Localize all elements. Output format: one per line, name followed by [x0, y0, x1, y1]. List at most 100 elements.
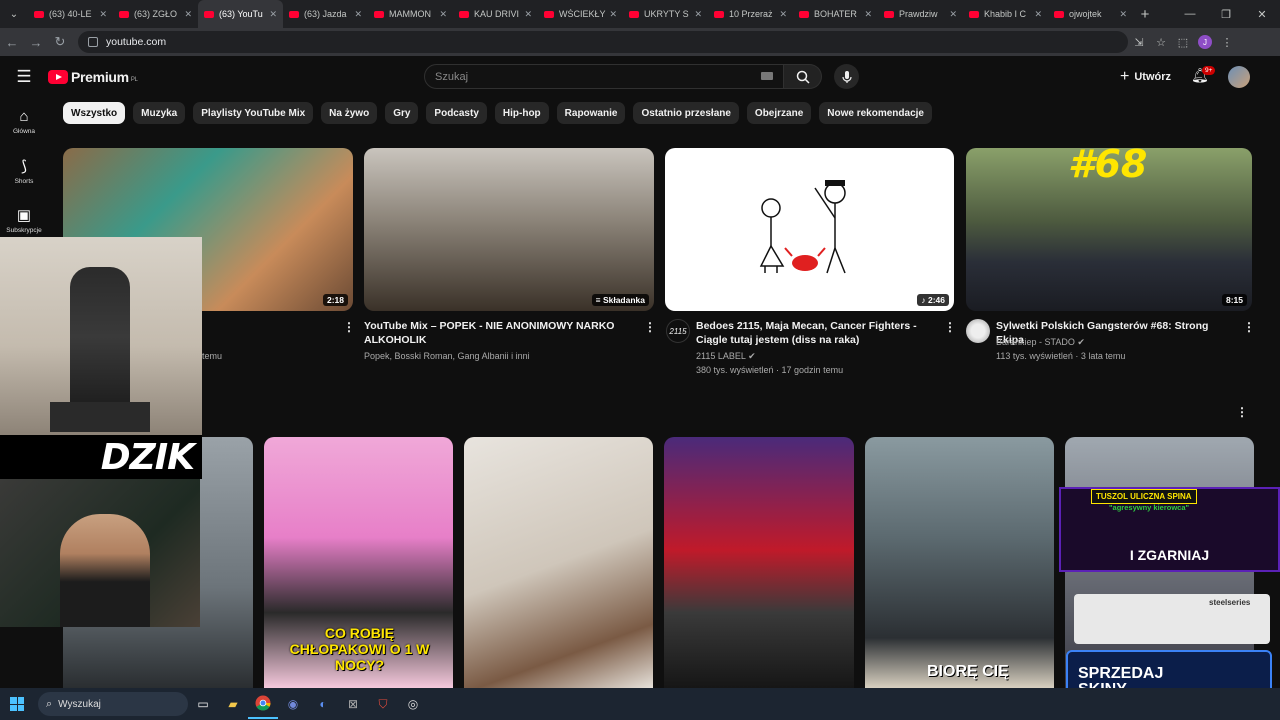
extensions-icon[interactable]: ⬚	[1172, 36, 1194, 49]
tab-close-icon[interactable]: ✕	[864, 9, 872, 20]
channel-avatar[interactable]	[966, 319, 990, 343]
chrome-icon[interactable]	[248, 689, 278, 719]
short-thumbnail[interactable]: BIORĘ CIĘ	[865, 437, 1054, 688]
channel-avatar[interactable]: 2115	[666, 319, 690, 343]
tab-close-icon[interactable]: ✕	[354, 9, 362, 20]
browser-tab[interactable]: (63) YouTu ✕	[198, 0, 283, 28]
short-thumbnail[interactable]: CO ROBIĘ CHŁOPAKOWI O 1 W NOCY?	[264, 437, 453, 688]
tab-close-icon[interactable]: ✕	[609, 9, 617, 20]
filter-chip[interactable]: Playlisty YouTube Mix	[193, 102, 314, 124]
task-view-icon[interactable]: ▭	[188, 689, 218, 719]
keyboard-icon[interactable]	[761, 72, 773, 80]
filter-chip[interactable]: Obejrzane	[746, 102, 812, 124]
obs-icon[interactable]: ◎	[398, 689, 428, 719]
filter-chip[interactable]: Podcasty	[426, 102, 487, 124]
more-options-icon[interactable]: ⋮	[1243, 320, 1255, 334]
file-explorer-icon[interactable]: ▰	[218, 689, 248, 719]
filter-chip[interactable]: Nowe rekomendacje	[819, 102, 932, 124]
close-window-button[interactable]: ✕	[1244, 8, 1280, 21]
address-bar[interactable]: youtube.com	[78, 31, 1128, 53]
create-label: Utwórz	[1134, 71, 1172, 83]
voice-search-button[interactable]	[834, 64, 859, 89]
video-thumbnail[interactable]: ≡ Składanka	[364, 148, 654, 311]
short-thumbnail[interactable]	[664, 437, 854, 688]
app-icon[interactable]: ◐	[308, 689, 338, 719]
shield-icon[interactable]: ⛉	[368, 689, 398, 719]
minimize-button[interactable]: —	[1172, 8, 1208, 20]
more-options-icon[interactable]: ⋮	[644, 320, 656, 334]
mix-badge: ≡ Składanka	[591, 294, 649, 306]
tab-close-icon[interactable]: ✕	[1119, 9, 1127, 20]
rail-item-home[interactable]: ⌂ Główna	[0, 108, 48, 135]
youtube-favicon-icon	[289, 10, 299, 18]
video-channel[interactable]: Barankiep - STADO ✔︎	[996, 335, 1085, 349]
browser-tab[interactable]: BOHATER ✕	[793, 0, 878, 28]
browser-tab[interactable]: (63) ZGŁO ✕	[113, 0, 198, 28]
short-thumbnail[interactable]	[464, 437, 653, 688]
shorts-shelf-options-icon[interactable]: ⋮	[1236, 405, 1248, 419]
filter-chip[interactable]: Rapowanie	[556, 102, 626, 124]
mix-badge-label: Składanka	[602, 295, 645, 305]
search-input[interactable]: Szukaj	[424, 64, 784, 89]
more-options-icon[interactable]: ⋮	[944, 320, 956, 334]
tab-close-icon[interactable]: ✕	[269, 9, 277, 20]
filter-chip[interactable]: Hip-hop	[494, 102, 549, 124]
rail-item-subscriptions[interactable]: ▣ Subskrypcje	[0, 206, 48, 234]
reload-button[interactable]: ↻	[48, 34, 72, 50]
browser-tab[interactable]: (63) 40-LE ✕	[28, 0, 113, 28]
tab-close-icon[interactable]: ✕	[949, 9, 957, 20]
back-button[interactable]: ←	[0, 35, 24, 50]
rail-label-subscriptions: Subskrypcje	[6, 227, 42, 234]
browser-tab[interactable]: WŚCIEKŁY ✕	[538, 0, 623, 28]
video-thumbnail[interactable]: #68 8:15	[966, 148, 1252, 311]
start-button[interactable]	[0, 697, 34, 711]
filter-chip[interactable]: Ostatnio przesłane	[633, 102, 739, 124]
taskbar-search[interactable]: ⌕ Wyszukaj	[38, 692, 188, 716]
browser-menu-icon[interactable]: ⋮	[1216, 36, 1238, 49]
tab-search-dropdown-icon[interactable]: ⌄	[0, 0, 28, 28]
video-channel[interactable]: Popek, Bosski Roman, Gang Albanii i inni	[364, 349, 634, 363]
browser-tab[interactable]: MAMMON ✕	[368, 0, 453, 28]
video-title[interactable]: Bedoes 2115, Maja Mecan, Cancer Fighters…	[696, 319, 936, 347]
maximize-button[interactable]: ❐	[1208, 8, 1244, 21]
video-meta-partial: temu	[202, 351, 223, 361]
rail-item-shorts[interactable]: ⟆ Shorts	[0, 157, 48, 185]
browser-tab[interactable]: 10 Przeraż ✕	[708, 0, 793, 28]
create-button[interactable]: + Utwórz	[1120, 66, 1171, 88]
browser-tab[interactable]: Khabib I C ✕	[963, 0, 1048, 28]
browser-tab[interactable]: (63) Jazda ✕	[283, 0, 368, 28]
site-info-icon[interactable]	[88, 37, 98, 47]
browser-tab[interactable]: ojwojtek ✕	[1048, 0, 1133, 28]
tab-close-icon[interactable]: ✕	[779, 9, 787, 20]
browser-tab[interactable]: KAU DRIVI ✕	[453, 0, 538, 28]
more-options-icon[interactable]: ⋮	[343, 320, 355, 334]
browser-profile-avatar[interactable]: J	[1198, 35, 1212, 49]
filter-chip[interactable]: Muzyka	[133, 102, 186, 124]
discord-icon[interactable]: ◉	[278, 689, 308, 719]
treadmill-shape	[50, 402, 150, 432]
filter-chip[interactable]: Na żywo	[321, 102, 378, 124]
menu-hamburger-icon[interactable]: ☰	[0, 67, 48, 87]
account-avatar[interactable]	[1228, 66, 1250, 88]
tab-close-icon[interactable]: ✕	[439, 9, 447, 20]
youtube-favicon-icon	[884, 10, 894, 18]
bookmark-star-icon[interactable]: ☆	[1150, 36, 1172, 49]
video-channel[interactable]: 2115 LABEL ✔︎	[696, 349, 756, 363]
filter-chip[interactable]: Wszystko	[63, 102, 126, 124]
tab-close-icon[interactable]: ✕	[694, 9, 702, 20]
tab-close-icon[interactable]: ✕	[1034, 9, 1042, 20]
browser-tab[interactable]: Prawdziw ✕	[878, 0, 963, 28]
install-app-icon[interactable]: ⇲	[1128, 36, 1150, 49]
video-title[interactable]: YouTube Mix – POPEK - NIE ANONIMOWY NARK…	[364, 319, 634, 347]
search-button[interactable]	[784, 64, 822, 89]
tab-close-icon[interactable]: ✕	[184, 9, 192, 20]
new-tab-button[interactable]: +	[1133, 6, 1157, 23]
xbox-icon[interactable]: ⊠	[338, 689, 368, 719]
tab-close-icon[interactable]: ✕	[99, 9, 107, 20]
youtube-premium-logo[interactable]: Premium PL	[48, 69, 138, 85]
video-thumbnail[interactable]: ♪ 2:46	[665, 148, 954, 311]
forward-button[interactable]: →	[24, 35, 48, 50]
browser-tab[interactable]: UKRYTY S ✕	[623, 0, 708, 28]
tab-close-icon[interactable]: ✕	[524, 9, 532, 20]
filter-chip[interactable]: Gry	[385, 102, 419, 124]
